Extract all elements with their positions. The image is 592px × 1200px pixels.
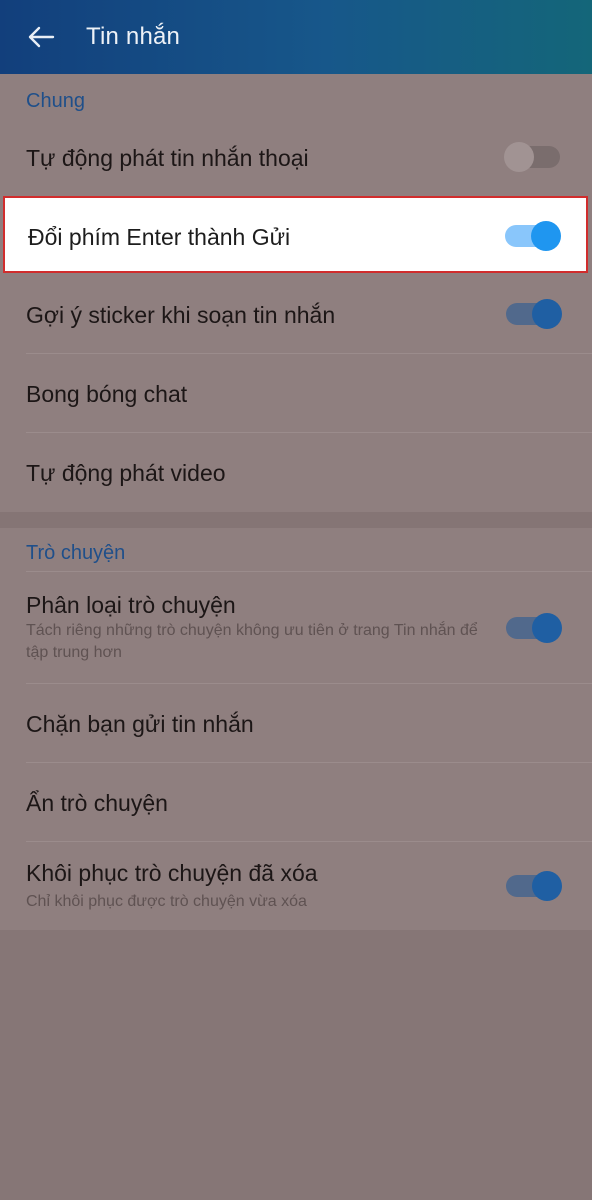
section-label-general: Chung xyxy=(26,90,85,112)
setting-label: Ẩn trò chuyện xyxy=(26,790,168,816)
setting-chat-bubble[interactable]: Bong bóng chat xyxy=(0,354,592,432)
setting-description: Tách riêng những trò chuyện không ưu tiê… xyxy=(26,622,478,661)
setting-label: Bong bóng chat xyxy=(26,381,188,407)
setting-description: Chỉ khôi phục được trò chuyện vừa xóa xyxy=(26,893,307,910)
app-header: Tin nhắn xyxy=(0,0,592,74)
setting-block-messages[interactable]: Chặn bạn gửi tin nhắn xyxy=(0,684,592,762)
empty-area xyxy=(0,930,592,1200)
back-arrow-icon[interactable] xyxy=(26,22,56,52)
auto-play-voice-toggle[interactable] xyxy=(504,142,560,172)
setting-restore-chats[interactable]: Khôi phục trò chuyện đã xóa Chỉ khôi phụ… xyxy=(0,842,592,928)
setting-auto-play-voice[interactable]: Tự động phát tin nhắn thoại xyxy=(0,118,592,196)
setting-hide-chats[interactable]: Ẩn trò chuyện xyxy=(0,763,592,841)
page-title: Tin nhắn xyxy=(86,23,181,50)
setting-label: Gợi ý sticker khi soạn tin nhắn xyxy=(26,302,336,328)
enter-to-send-toggle[interactable] xyxy=(505,221,561,251)
section-general: Chung Tự động phát tin nhắn thoại Gợi ý … xyxy=(0,74,592,512)
setting-label: Khôi phục trò chuyện đã xóa xyxy=(26,860,318,886)
classify-chats-toggle[interactable] xyxy=(506,613,562,643)
restore-chats-toggle[interactable] xyxy=(506,871,562,901)
setting-classify-chats[interactable]: Phân loại trò chuyện Tách riêng những tr… xyxy=(0,572,592,682)
section-conversation: Trò chuyện Phân loại trò chuyện Tách riê… xyxy=(0,528,592,930)
section-gap xyxy=(0,512,592,528)
setting-label: Chặn bạn gửi tin nhắn xyxy=(26,711,254,737)
sticker-suggest-toggle[interactable] xyxy=(506,299,562,329)
setting-label: Phân loại trò chuyện xyxy=(26,592,236,618)
setting-enter-to-send[interactable]: Đổi phím Enter thành Gửi xyxy=(3,196,588,273)
section-label-conversation: Trò chuyện xyxy=(26,542,126,564)
setting-label: Tự động phát tin nhắn thoại xyxy=(26,145,309,171)
setting-sticker-suggest[interactable]: Gợi ý sticker khi soạn tin nhắn xyxy=(0,274,592,352)
setting-label: Đổi phím Enter thành Gửi xyxy=(28,224,291,250)
setting-auto-play-video[interactable]: Tự động phát video xyxy=(0,433,592,511)
setting-label: Tự động phát video xyxy=(26,460,226,486)
